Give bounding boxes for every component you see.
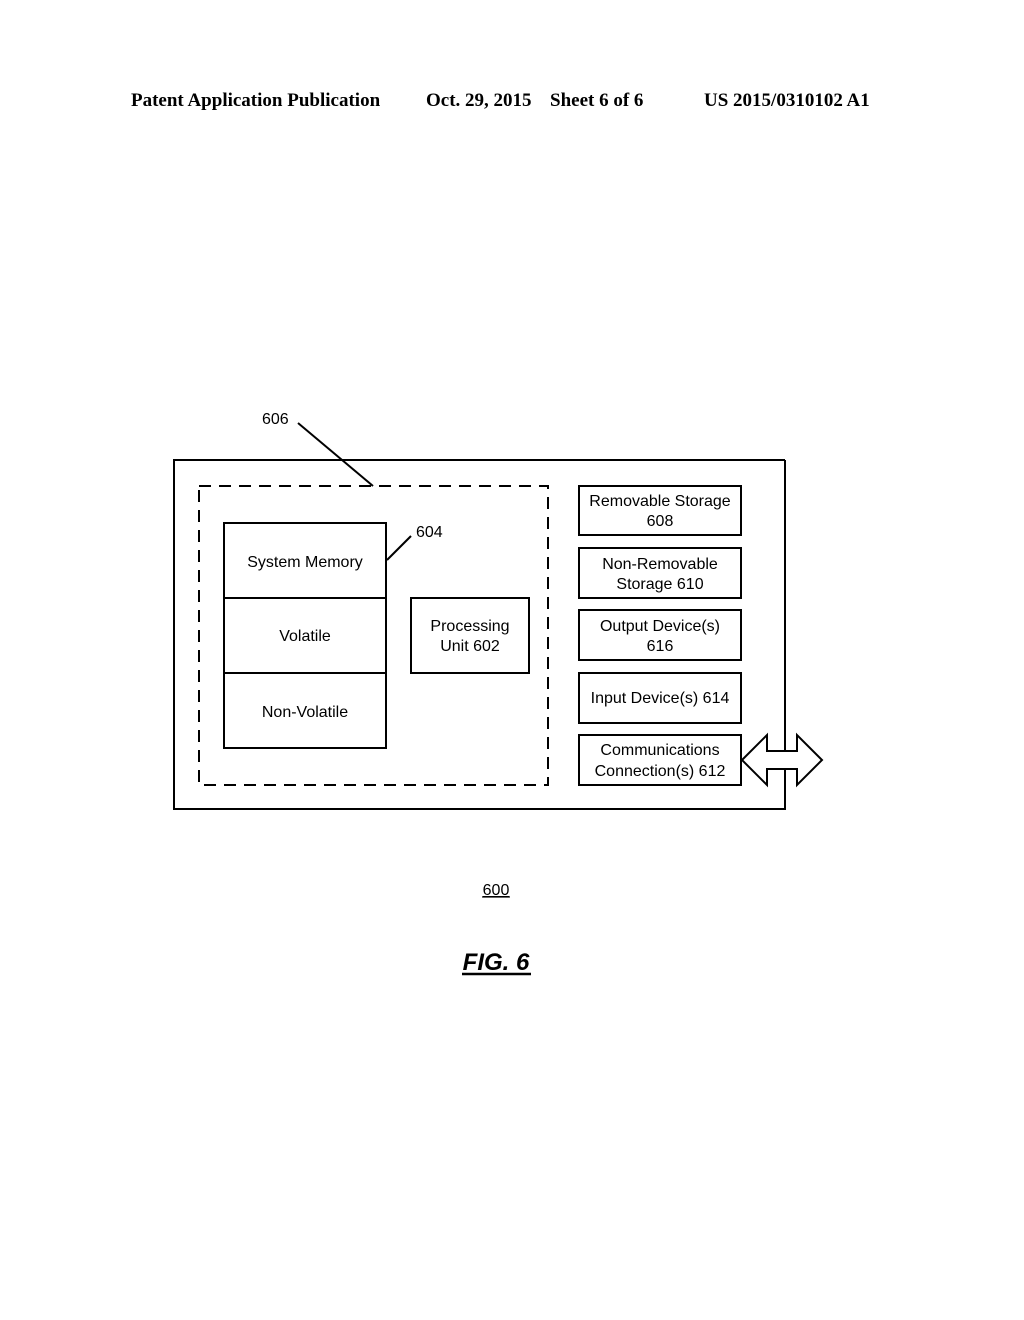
processing-unit-box bbox=[410, 597, 530, 674]
leader-line-606 bbox=[297, 422, 374, 487]
leader-line-604 bbox=[386, 535, 412, 561]
system-memory-block: System Memory Volatile Non-Volatile bbox=[223, 522, 387, 749]
basic-configuration-box bbox=[198, 485, 549, 786]
device-ref-600: 600 bbox=[483, 882, 510, 899]
removable-storage-label-1: Removable Storage bbox=[589, 493, 731, 510]
removable-storage-label-2: 608 bbox=[647, 513, 674, 530]
bidirectional-arrow-icon bbox=[740, 732, 824, 788]
output-devices-label-1: Output Device(s) bbox=[600, 618, 720, 635]
input-devices: Input Device(s) 614 bbox=[578, 672, 742, 724]
communications-label-1: Communications bbox=[600, 742, 719, 759]
processing-unit-label-line1: Processing bbox=[430, 618, 509, 635]
system-memory-label: System Memory bbox=[247, 554, 363, 571]
non-removable-storage-label-2: Storage 610 bbox=[616, 576, 703, 593]
output-devices: Output Device(s) 616 bbox=[578, 609, 742, 661]
volatile-label: Volatile bbox=[279, 628, 331, 645]
communications-connections: Communications Connection(s) 612 bbox=[578, 734, 742, 786]
processing-unit-label-line2: Unit 602 bbox=[440, 638, 500, 655]
non-volatile-label: Non-Volatile bbox=[262, 704, 348, 721]
non-removable-storage-label-1: Non-Removable bbox=[602, 556, 718, 573]
ref-label-606: 606 bbox=[262, 411, 289, 428]
non-removable-storage: Non-Removable Storage 610 bbox=[578, 547, 742, 599]
removable-storage: Removable Storage 608 bbox=[578, 485, 742, 536]
figure-diagram: 606 System Memory Volatile Non-Volatile … bbox=[173, 411, 824, 976]
figure-label: FIG. 6 bbox=[463, 949, 530, 976]
ref-label-604: 604 bbox=[416, 524, 443, 541]
output-devices-label-2: 616 bbox=[647, 638, 674, 655]
input-devices-label: Input Device(s) 614 bbox=[591, 690, 730, 707]
communications-label-2: Connection(s) 612 bbox=[595, 763, 726, 780]
